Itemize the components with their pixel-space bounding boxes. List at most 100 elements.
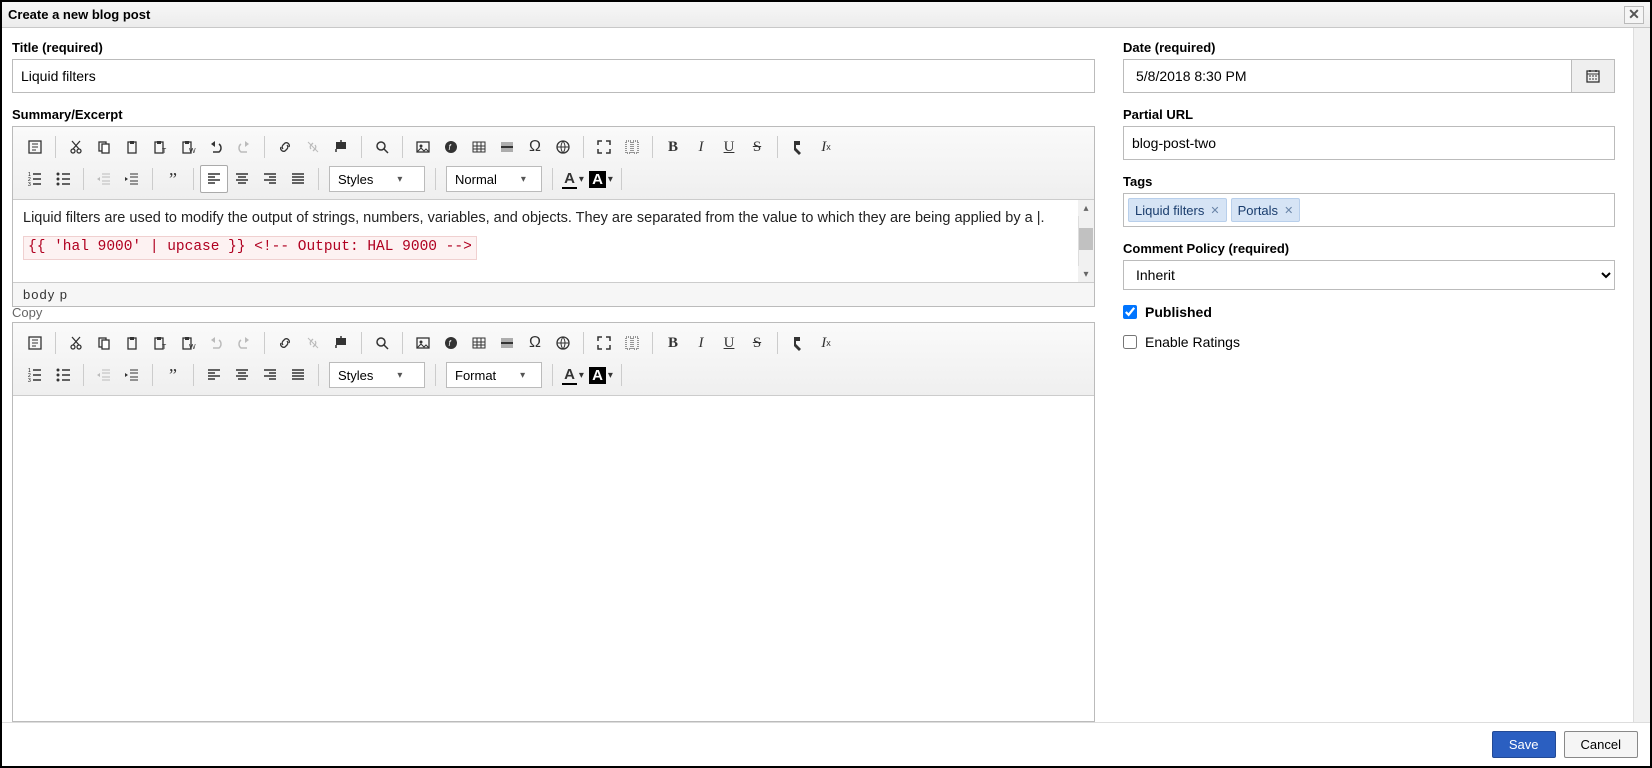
blockquote-icon[interactable]: ” <box>159 361 187 389</box>
maximize-icon[interactable] <box>590 329 618 357</box>
format-dropdown[interactable]: Normal▾ <box>446 166 542 192</box>
format-dropdown[interactable]: Format▾ <box>446 362 542 388</box>
strike-button[interactable]: S <box>743 133 771 161</box>
styles-dropdown[interactable]: Styles▾ <box>329 362 425 388</box>
bgcolor-button[interactable]: A▾ <box>587 361 615 389</box>
numlist-icon[interactable]: 123 <box>21 361 49 389</box>
outdent-icon[interactable] <box>90 165 118 193</box>
iframe-icon[interactable] <box>549 133 577 161</box>
indent-icon[interactable] <box>118 361 146 389</box>
elements-path[interactable]: body p <box>13 282 1094 306</box>
alignjustify-icon[interactable] <box>284 361 312 389</box>
save-button[interactable]: Save <box>1492 731 1556 758</box>
scrollbar-thumb[interactable] <box>1079 228 1093 250</box>
outdent-icon[interactable] <box>90 361 118 389</box>
maximize-icon[interactable] <box>590 133 618 161</box>
undo-icon[interactable] <box>202 133 230 161</box>
copyformat-icon[interactable] <box>784 329 812 357</box>
numlist-icon[interactable]: 123 <box>21 165 49 193</box>
hr-icon[interactable] <box>493 133 521 161</box>
textcolor-button[interactable]: A▾ <box>559 165 587 193</box>
table-icon[interactable] <box>465 329 493 357</box>
strike-button[interactable]: S <box>743 329 771 357</box>
unlink-icon[interactable] <box>299 133 327 161</box>
removeformat-icon[interactable]: Ix <box>812 329 840 357</box>
paste-icon[interactable] <box>118 329 146 357</box>
redo-icon[interactable] <box>230 329 258 357</box>
scroll-down-icon[interactable]: ▾ <box>1078 266 1094 282</box>
aligncenter-icon[interactable] <box>228 361 256 389</box>
showblocks-icon[interactable] <box>618 133 646 161</box>
title-input[interactable] <box>12 59 1095 93</box>
bullist-icon[interactable] <box>49 361 77 389</box>
content-area: Title (required) Summary/Excerpt T W <box>2 28 1650 722</box>
image-icon[interactable] <box>409 133 437 161</box>
bold-button[interactable]: B <box>659 329 687 357</box>
flash-icon[interactable]: f <box>437 329 465 357</box>
alignleft-icon[interactable] <box>200 165 228 193</box>
copy-content[interactable] <box>13 396 1094 721</box>
paste-text-icon[interactable]: T <box>146 133 174 161</box>
paste-icon[interactable] <box>118 133 146 161</box>
close-button[interactable]: ✕ <box>1624 6 1644 24</box>
published-checkbox[interactable] <box>1123 305 1137 319</box>
bgcolor-button[interactable]: A▾ <box>587 165 615 193</box>
image-icon[interactable] <box>409 329 437 357</box>
paste-word-icon[interactable]: W <box>174 329 202 357</box>
indent-icon[interactable] <box>118 165 146 193</box>
alignjustify-icon[interactable] <box>284 165 312 193</box>
tags-input[interactable]: Liquid filters✕ Portals✕ <box>1123 193 1615 227</box>
flash-icon[interactable]: f <box>437 133 465 161</box>
date-input[interactable] <box>1123 59 1571 93</box>
link-icon[interactable] <box>271 329 299 357</box>
tag-remove-icon[interactable]: ✕ <box>1210 204 1219 217</box>
styles-dropdown[interactable]: Styles▾ <box>329 166 425 192</box>
bold-button[interactable]: B <box>659 133 687 161</box>
specialchar-icon[interactable]: Ω <box>521 329 549 357</box>
partial-url-input[interactable] <box>1123 126 1615 160</box>
enable-ratings-checkbox[interactable] <box>1123 335 1137 349</box>
anchor-icon[interactable] <box>327 329 355 357</box>
unlink-icon[interactable] <box>299 329 327 357</box>
scroll-up-icon[interactable]: ▴ <box>1078 200 1094 216</box>
bullist-icon[interactable] <box>49 165 77 193</box>
svg-text:T: T <box>162 344 167 351</box>
find-icon[interactable] <box>368 329 396 357</box>
italic-button[interactable]: I <box>687 133 715 161</box>
table-icon[interactable] <box>465 133 493 161</box>
hr-icon[interactable] <box>493 329 521 357</box>
tag-remove-icon[interactable]: ✕ <box>1284 204 1293 217</box>
cancel-button[interactable]: Cancel <box>1564 731 1638 758</box>
blockquote-icon[interactable]: ” <box>159 165 187 193</box>
source-icon[interactable] <box>21 329 49 357</box>
removeformat-icon[interactable]: Ix <box>812 133 840 161</box>
aligncenter-icon[interactable] <box>228 165 256 193</box>
copy-icon[interactable] <box>90 329 118 357</box>
specialchar-icon[interactable]: Ω <box>521 133 549 161</box>
alignright-icon[interactable] <box>256 361 284 389</box>
source-icon[interactable] <box>21 133 49 161</box>
alignright-icon[interactable] <box>256 165 284 193</box>
comment-policy-select[interactable]: Inherit <box>1123 260 1615 290</box>
link-icon[interactable] <box>271 133 299 161</box>
redo-icon[interactable] <box>230 133 258 161</box>
italic-button[interactable]: I <box>687 329 715 357</box>
cut-icon[interactable] <box>62 133 90 161</box>
copyformat-icon[interactable] <box>784 133 812 161</box>
anchor-icon[interactable] <box>327 133 355 161</box>
underline-button[interactable]: U <box>715 133 743 161</box>
underline-button[interactable]: U <box>715 329 743 357</box>
showblocks-icon[interactable] <box>618 329 646 357</box>
undo-icon[interactable] <box>202 329 230 357</box>
summary-content[interactable]: Liquid filters are used to modify the ou… <box>13 200 1094 282</box>
paste-word-icon[interactable]: W <box>174 133 202 161</box>
cut-icon[interactable] <box>62 329 90 357</box>
paste-text-icon[interactable]: T <box>146 329 174 357</box>
find-icon[interactable] <box>368 133 396 161</box>
calendar-button[interactable] <box>1571 59 1615 93</box>
alignleft-icon[interactable] <box>200 361 228 389</box>
copy-icon[interactable] <box>90 133 118 161</box>
page-scrollbar[interactable] <box>1633 28 1650 722</box>
textcolor-button[interactable]: A▾ <box>559 361 587 389</box>
iframe-icon[interactable] <box>549 329 577 357</box>
